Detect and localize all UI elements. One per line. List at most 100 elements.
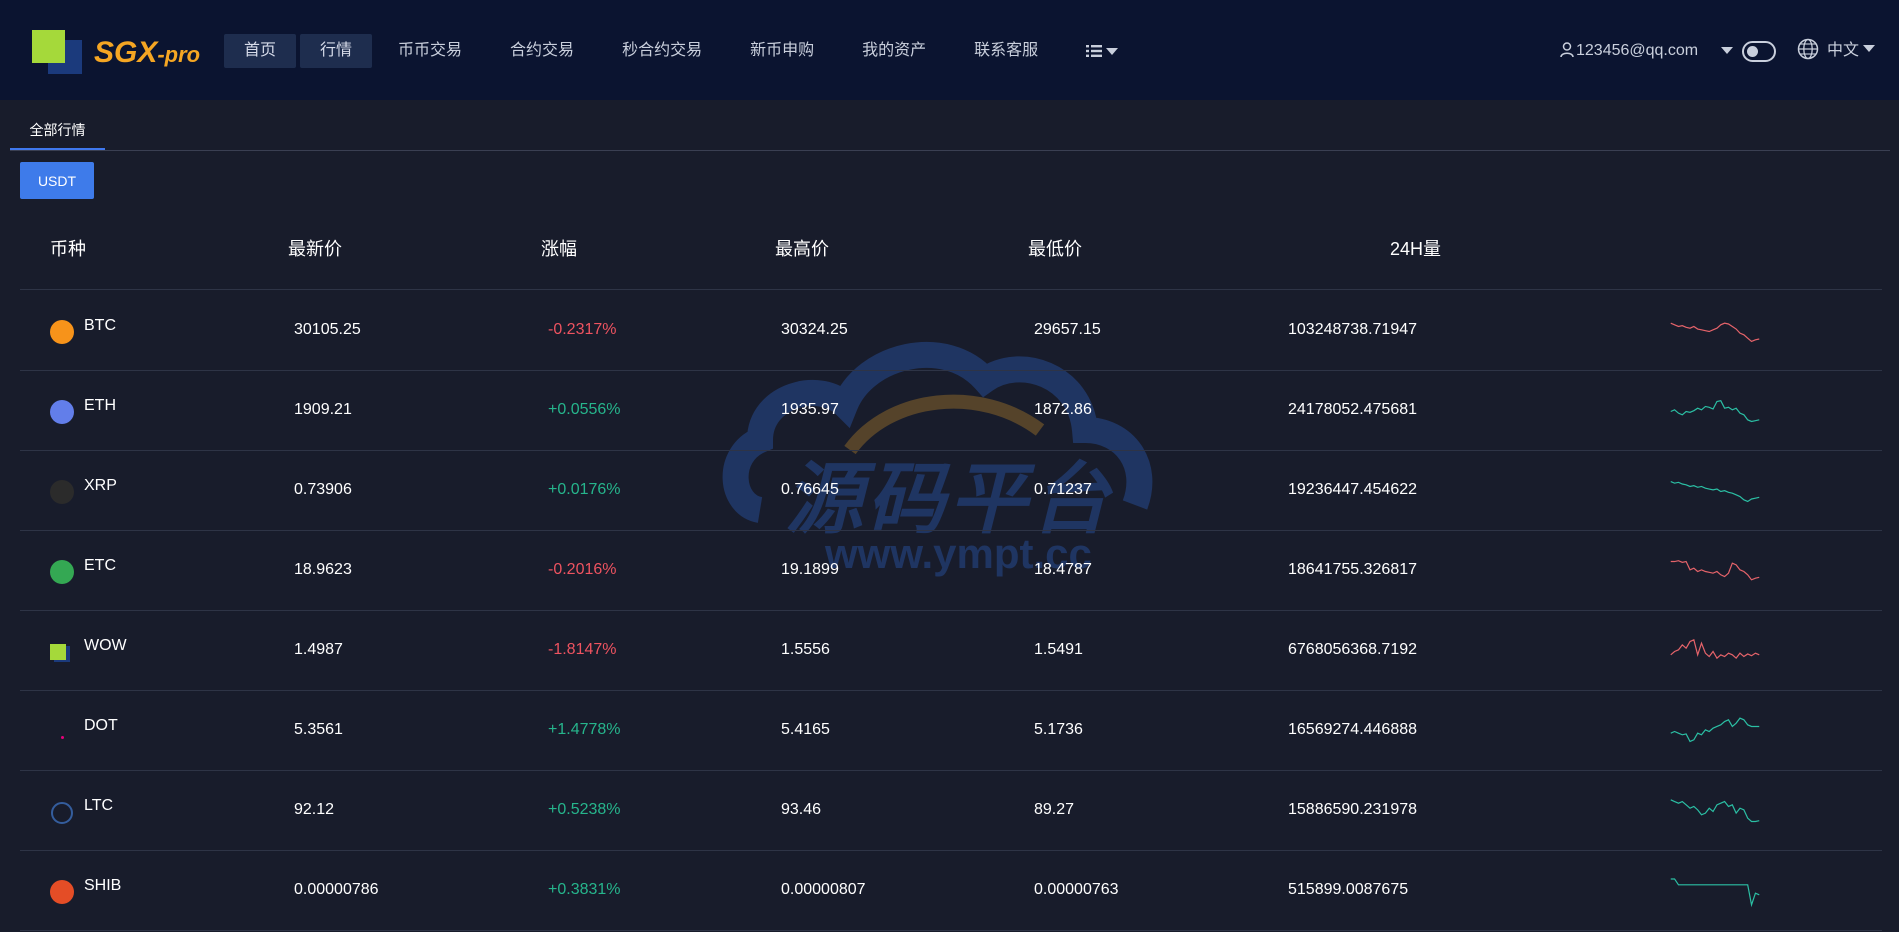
nav-home[interactable]: 首页: [224, 34, 297, 68]
low-price: 0.00000763: [1034, 881, 1119, 898]
quote-usdt-button[interactable]: USDT: [20, 162, 94, 199]
table-row[interactable]: DOT 5.3561 +1.4778% 5.4165 5.1736 16569274.44…: [20, 690, 1882, 771]
latest-price: 0.73906: [294, 481, 352, 498]
volume-24h: 16569274.446888: [1288, 721, 1418, 738]
volume-24h: 24178052.475681: [1288, 401, 1418, 418]
more-menu-button[interactable]: [1064, 34, 1142, 68]
coin-icon: [50, 480, 74, 504]
sparkline-line: [1670, 638, 1760, 660]
low-price: 89.27: [1034, 801, 1075, 818]
coin-icon: [50, 400, 74, 424]
sparkline-chart: [1670, 400, 1760, 423]
table-row[interactable]: LTC 92.12 +0.5238% 93.46 89.27 15886590.23197…: [20, 770, 1882, 851]
low-price: 1872.86: [1034, 401, 1092, 418]
col-header-coin: 币种: [50, 239, 86, 259]
high-price: 19.1899: [781, 561, 839, 578]
sparkline-chart: [1670, 638, 1760, 660]
coin-icon: [50, 880, 74, 904]
coin-symbol: DOT: [84, 717, 118, 734]
col-header-volume: 24H量: [1390, 239, 1442, 259]
col-header-change: 涨幅: [541, 239, 577, 259]
coin-symbol: LTC: [84, 797, 114, 814]
nav-customer-service[interactable]: 联系客服: [952, 34, 1060, 68]
sparkline-line: [1670, 322, 1760, 343]
low-price: 29657.15: [1034, 321, 1101, 338]
table-row[interactable]: SHIB 0.00000786 +0.3831% 0.00000807 0.000007…: [20, 850, 1882, 931]
toggle-knob: [1747, 46, 1758, 57]
nav-market[interactable]: 行情: [300, 34, 373, 68]
logo-square-green: [32, 30, 65, 63]
col-header-latest-price: 最新价: [288, 239, 342, 259]
coin-icon: [51, 802, 73, 824]
change-percent: -0.2016%: [548, 561, 617, 578]
high-price: 1935.97: [781, 401, 839, 418]
coin-symbol: ETC: [84, 557, 116, 574]
tab-all-market[interactable]: 全部行情: [10, 110, 105, 150]
coin-symbol: WOW: [84, 637, 127, 654]
change-percent: +0.5238%: [548, 801, 621, 818]
latest-price: 1909.21: [294, 401, 352, 418]
user-account[interactable]: 123456@qq.com: [1560, 34, 1698, 68]
brand-logo[interactable]: SGX-pro: [30, 28, 215, 76]
market-table-header: 币种 最新价 涨幅 最高价 最低价 24H量: [20, 225, 1882, 290]
table-row[interactable]: ETC 18.9623 -0.2016% 19.1899 18.4787 18641755…: [20, 530, 1882, 611]
high-price: 1.5556: [781, 641, 830, 658]
coin-icon: [50, 320, 74, 344]
change-percent: -0.2317%: [548, 321, 617, 338]
list-icon: [1086, 44, 1119, 57]
coin-icon: [50, 560, 74, 584]
sparkline-chart: [1670, 480, 1760, 503]
change-percent: -1.8147%: [548, 641, 617, 658]
table-row[interactable]: WOW 1.4987 -1.8147% 1.5556 1.5491 6768056368.…: [20, 610, 1882, 691]
volume-24h: 18641755.326817: [1288, 561, 1418, 578]
low-price: 18.4787: [1034, 561, 1092, 578]
nav-new-coin[interactable]: 新币申购: [728, 34, 836, 68]
change-percent: +0.0176%: [548, 481, 621, 498]
high-price: 93.46: [781, 801, 822, 818]
latest-price: 5.3561: [294, 721, 343, 738]
high-price: 0.00000807: [781, 881, 866, 898]
sparkline-chart: [1670, 717, 1760, 743]
volume-24h: 6768056368.7192: [1288, 641, 1418, 658]
sparkline-chart: [1670, 322, 1760, 343]
table-row[interactable]: ETH 1909.21 +0.0556% 1935.97 1872.86 24178052…: [20, 370, 1882, 451]
col-header-low: 最低价: [1028, 239, 1082, 259]
table-row[interactable]: BTC 30105.25 -0.2317% 30324.25 29657.15 10324…: [20, 290, 1882, 371]
sparkline-chart: [1670, 799, 1760, 823]
account-dropdown-caret[interactable]: [1721, 47, 1733, 54]
low-price: 1.5491: [1034, 641, 1083, 658]
coin-icon: [50, 644, 66, 660]
table-row[interactable]: XRP 0.73906 +0.0176% 0.76645 0.71237 19236447…: [20, 450, 1882, 531]
language-selector[interactable]: 中文: [1797, 34, 1876, 68]
change-percent: +0.0556%: [548, 401, 621, 418]
coin-symbol: BTC: [84, 317, 116, 334]
latest-price: 1.4987: [294, 641, 343, 658]
nav-second-contract[interactable]: 秒合约交易: [600, 34, 724, 68]
market-tabs: 全部行情: [10, 110, 1890, 151]
sparkline-chart: [1670, 560, 1760, 581]
coin-symbol: SHIB: [84, 877, 122, 894]
high-price: 0.76645: [781, 481, 839, 498]
latest-price: 0.00000786: [294, 881, 379, 898]
globe-icon: [1797, 38, 1819, 60]
sparkline-line: [1670, 560, 1760, 581]
top-header: SGX-pro 首页 行情 币币交易 合约交易 秒合约交易 新币申购 我的资产 …: [0, 0, 1899, 100]
high-price: 5.4165: [781, 721, 830, 738]
low-price: 0.71237: [1034, 481, 1092, 498]
latest-price: 18.9623: [294, 561, 352, 578]
nav-my-assets[interactable]: 我的资产: [840, 34, 948, 68]
main-nav: 首页 行情 币币交易 合约交易 秒合约交易 新币申购 我的资产 联系客服: [224, 34, 1146, 68]
coin-symbol: ETH: [84, 397, 116, 414]
nav-spot-trading[interactable]: 币币交易: [376, 34, 484, 68]
latest-price: 30105.25: [294, 321, 361, 338]
sparkline-chart: [1670, 878, 1760, 908]
theme-toggle[interactable]: [1742, 41, 1776, 62]
sparkline-line: [1670, 400, 1760, 423]
nav-contract-trading[interactable]: 合约交易: [488, 34, 596, 68]
user-icon: [1560, 42, 1574, 58]
low-price: 5.1736: [1034, 721, 1083, 738]
sparkline-line: [1670, 878, 1760, 908]
volume-24h: 103248738.71947: [1288, 321, 1418, 338]
col-header-high: 最高价: [775, 239, 829, 259]
coin-icon: [61, 736, 64, 739]
